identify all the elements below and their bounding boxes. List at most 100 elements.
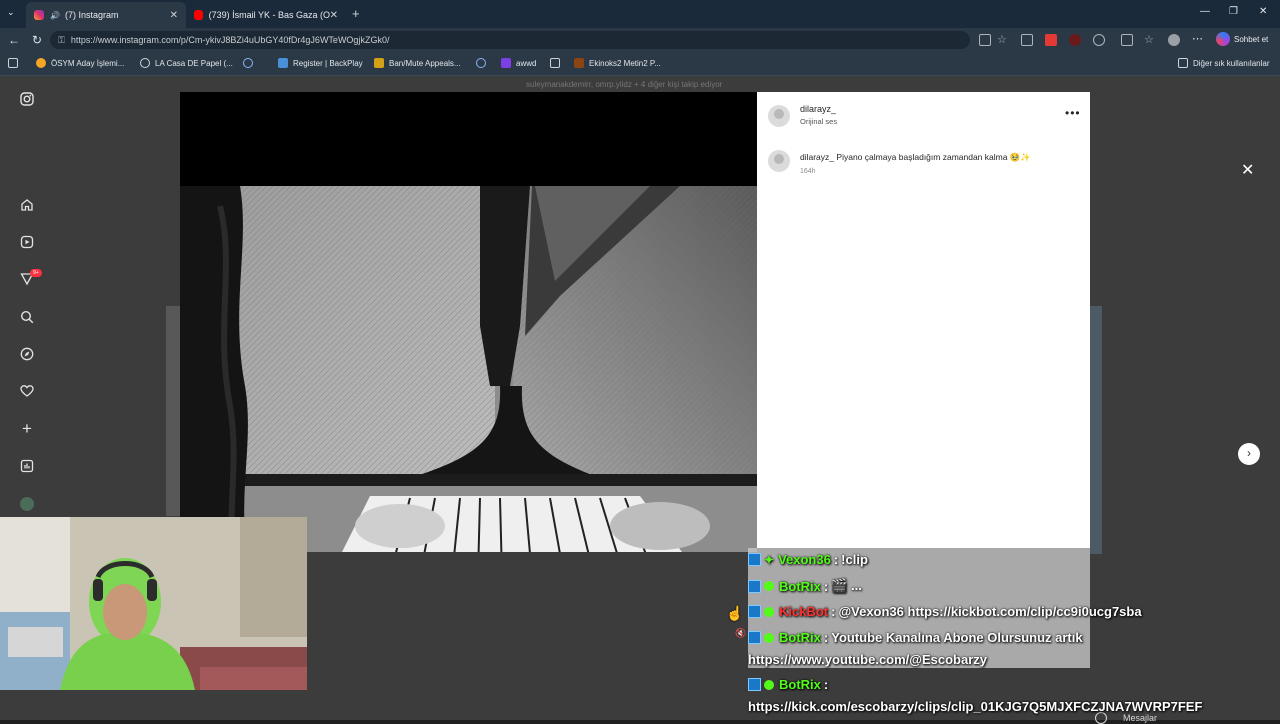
instagram-logo-icon[interactable] [19, 92, 35, 108]
search-icon[interactable] [19, 310, 35, 326]
verified-badge-icon [764, 606, 774, 617]
profile-avatar-icon[interactable] [19, 496, 35, 512]
extensions-puzzle-icon[interactable] [1093, 34, 1105, 46]
omnibox[interactable]: ⚿ https://www.instagram.com/p/Cm-ykivJ8B… [50, 31, 970, 49]
instagram-favicon-icon [34, 10, 44, 20]
minimize-button[interactable]: — [1200, 6, 1210, 17]
verified-badge-icon [764, 581, 774, 591]
back-button[interactable]: ← [8, 33, 20, 47]
reload-button[interactable]: ↻ [32, 33, 42, 47]
post-media[interactable] [180, 92, 757, 552]
address-bar-row: ← ↻ ⚿ https://www.instagram.com/p/Cm-yki… [0, 28, 1280, 52]
author-avatar[interactable] [768, 105, 790, 127]
bookmark-label: awwd [516, 58, 537, 68]
chat-message: ✦ Vexon36 : !clip [748, 552, 868, 567]
tab-audio-icon[interactable]: 🔊 [50, 11, 60, 20]
bookmark-openai[interactable] [243, 58, 258, 68]
other-bookmarks[interactable]: Diğer sık kullanılanlar [1178, 58, 1269, 68]
bookmark-ban-mute[interactable]: Ban/Mute Appeals... [374, 58, 461, 68]
create-plus-icon[interactable]: + [19, 420, 35, 437]
kick-platform-icon [748, 631, 761, 644]
extension-record-icon[interactable] [1069, 34, 1081, 46]
chat-separator: : [833, 552, 839, 567]
url-text: https://www.instagram.com/p/Cm-ykivJ8BZi… [70, 35, 390, 45]
ban-appeals-icon [374, 58, 384, 68]
tab-bar: ⌄ 🔊 (7) Instagram ✕ (739) İsmail YK - Ba… [0, 0, 1280, 28]
copilot-icon [1216, 32, 1230, 46]
extension-tab-icon[interactable] [1021, 34, 1033, 46]
reader-icon[interactable] [979, 34, 991, 46]
extension-red-icon[interactable] [1045, 34, 1057, 46]
backplay-icon [278, 58, 288, 68]
chat-username: BotRix [779, 578, 821, 594]
bookmark-openai-2[interactable] [476, 58, 491, 68]
osym-favicon-icon [36, 58, 46, 68]
tab-label: (7) Instagram [64, 10, 119, 20]
bookmark-backplay[interactable]: Register | BackPlay [278, 58, 363, 68]
verified-badge-icon [764, 679, 774, 690]
post-timestamp: 164h [800, 168, 816, 175]
other-bookmarks-label: Diğer sık kullanılanlar [1193, 58, 1270, 68]
kick-platform-icon [748, 605, 761, 618]
mute-toggle-icon[interactable]: 🔇 [735, 628, 746, 639]
kick-platform-icon [748, 579, 761, 593]
bookmarks-toggle-icon[interactable] [8, 58, 23, 68]
chat-message: BotRix : [748, 677, 831, 692]
bookmark-label: LA Casa DE Papel (... [155, 58, 233, 68]
tab-youtube[interactable]: (739) İsmail YK - Bas Gaza (Officia ✕ [186, 2, 346, 28]
bookmarks-bar: ÖSYM Aday İşlemi... LA Casa DE Papel (..… [0, 52, 1280, 76]
explore-icon[interactable] [19, 347, 35, 363]
copilot-chat-button[interactable]: Sohbet et [1216, 32, 1268, 46]
chat-username: KickBot [779, 604, 829, 619]
bookmark-awwd[interactable]: awwd [501, 58, 536, 68]
next-post-arrow-icon[interactable]: › [1238, 443, 1260, 465]
maximize-button[interactable]: ❐ [1229, 6, 1238, 17]
profile-avatar-icon[interactable] [1168, 34, 1180, 46]
menu-dots-icon[interactable]: ⋯ [1192, 34, 1204, 46]
chat-text: https://www.youtube.com/@Escobarzy [748, 652, 988, 667]
bookmark-ekinoks[interactable]: Ekinoks2 Metin2 P... [574, 58, 661, 68]
tab-close-icon[interactable]: ✕ [330, 10, 338, 21]
favorites-icon[interactable]: ☆ [1144, 34, 1156, 46]
author-username[interactable]: dilarayz_ [800, 104, 836, 114]
heart-icon[interactable] [19, 384, 35, 400]
chat-message-continuation: https://kick.com/escobarzy/clips/clip_01… [748, 699, 1202, 714]
folder-icon [1178, 58, 1188, 68]
site-info-icon[interactable]: ⚿ [58, 35, 65, 46]
bookmark-la-casa[interactable]: LA Casa DE Papel (... [140, 58, 233, 68]
piano-video[interactable] [180, 186, 757, 552]
kick-platform-icon [748, 678, 761, 691]
chat-username: BotRix [779, 677, 821, 692]
audio-label[interactable]: Orijinal ses [800, 117, 837, 126]
bookmark-label: ÖSYM Aday İşlemi... [51, 58, 125, 68]
close-window-button[interactable]: ✕ [1259, 6, 1267, 17]
chat-message: BotRix : Youtube Kanalına Abone Olursunu… [748, 630, 1083, 645]
stream-chat-overlay: ✦ Vexon36 : !clip BotRix : 🎬 ... KickBot… [748, 548, 1278, 720]
bookmark-osym[interactable]: ÖSYM Aday İşlemi... [36, 58, 124, 68]
home-icon[interactable] [19, 198, 35, 214]
favorite-star-icon[interactable]: ☆ [997, 34, 1009, 46]
tab-close-icon[interactable]: ✕ [170, 10, 178, 21]
ekinoks-icon [574, 58, 584, 68]
background-post-edge [1090, 306, 1102, 554]
dashboard-icon[interactable] [19, 459, 35, 475]
caption-username[interactable]: dilarayz_ [800, 152, 834, 162]
kick-platform-icon [748, 553, 761, 566]
chat-message: KickBot : @Vexon36 https://kickbot.com/c… [748, 604, 1142, 619]
openai-icon [243, 58, 253, 68]
tab-instagram[interactable]: 🔊 (7) Instagram ✕ [26, 2, 186, 28]
more-options-icon[interactable]: ••• [1065, 106, 1081, 120]
close-modal-icon[interactable]: ✕ [1241, 160, 1254, 180]
split-screen-icon[interactable] [1121, 34, 1133, 46]
awwd-icon [501, 58, 511, 68]
caption-avatar[interactable] [768, 150, 790, 172]
post-caption: dilarayz_ Piyano çalmaya başladığım zama… [800, 152, 1031, 163]
chat-message-continuation: https://www.youtube.com/@Escobarzy [748, 652, 987, 667]
notes-icon [550, 58, 560, 68]
chat-separator: : [823, 578, 829, 594]
chat-separator: : [823, 630, 829, 645]
reels-icon[interactable] [19, 235, 35, 251]
new-tab-button[interactable]: + [352, 6, 360, 21]
tab-list-icon[interactable]: ⌄ [7, 7, 15, 18]
bookmark-notes[interactable] [550, 58, 565, 68]
